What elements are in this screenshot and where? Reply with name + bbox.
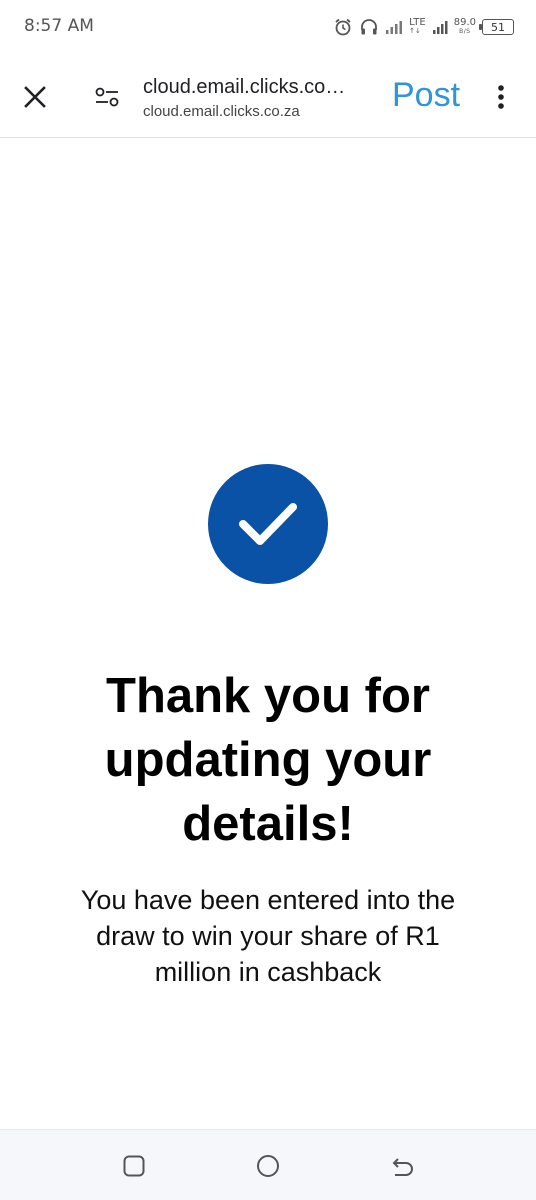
battery-icon: 51: [479, 19, 514, 35]
recents-icon: [123, 1155, 145, 1177]
browser-toolbar: cloud.email.clicks.co… cloud.email.click…: [0, 54, 536, 138]
signal-icon-2: [432, 21, 448, 34]
post-button[interactable]: Post: [392, 74, 460, 116]
home-button[interactable]: [250, 1148, 286, 1184]
close-icon: [24, 86, 46, 108]
network-speed: 89.0 B/S: [453, 17, 476, 36]
status-bar: 8:57 AM LTE ↑↓ 89.0 B/S 51: [0, 0, 536, 54]
status-time: 8:57 AM: [24, 16, 94, 36]
success-check-badge: [208, 464, 328, 584]
signal-icon: [386, 21, 403, 34]
system-nav-bar: [0, 1129, 536, 1200]
alarm-icon: [335, 18, 351, 36]
recents-button[interactable]: [116, 1148, 152, 1184]
close-button[interactable]: [14, 76, 56, 118]
site-settings-button[interactable]: [86, 76, 128, 118]
back-button[interactable]: [384, 1148, 420, 1184]
network-type: LTE ↑↓: [409, 17, 426, 36]
page-url-title: cloud.email.clicks.co…: [143, 76, 346, 98]
headphones-icon: [361, 19, 378, 35]
page-title: Thank you for updating your details!: [104, 669, 432, 851]
tune-icon: [95, 87, 119, 107]
home-icon: [257, 1155, 279, 1177]
check-icon: [239, 503, 297, 545]
more-vert-icon: [498, 85, 504, 109]
url-block[interactable]: cloud.email.clicks.co… cloud.email.click…: [143, 74, 387, 122]
status-icons: LTE ↑↓ 89.0 B/S 51: [333, 14, 514, 40]
page-url-domain: cloud.email.clicks.co.za: [143, 103, 300, 120]
more-options-button[interactable]: [486, 76, 516, 118]
back-icon: [392, 1158, 413, 1176]
battery-level: 51: [491, 20, 505, 34]
confirmation-message: You have been entered into the draw to w…: [80, 885, 456, 987]
